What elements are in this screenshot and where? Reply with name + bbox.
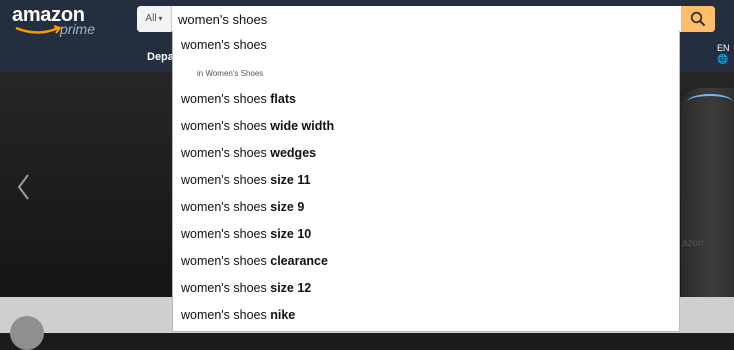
suggestion-item[interactable]: women's shoes size 12 [181, 281, 311, 295]
suggestion-item[interactable]: women's shoes size 11 [181, 173, 311, 187]
departments-menu[interactable]: Depa [147, 51, 174, 63]
suggestion-item[interactable]: women's shoes clearance [181, 254, 328, 268]
smile-arrow-icon [15, 25, 62, 34]
language-selector[interactable]: EN 🌐 [717, 43, 730, 65]
suggestion-scope[interactable]: in Women's Shoes [197, 69, 263, 78]
suggestion-item[interactable]: women's shoes size 9 [181, 200, 304, 214]
language-code: EN [717, 43, 730, 53]
search-suggestions-dropdown: women's shoes in Women's Shoes women's s… [172, 31, 680, 332]
caret-down-icon: ▾ [158, 14, 163, 23]
suggestion-item[interactable]: women's shoes [181, 38, 267, 52]
globe-icon: 🌐 [717, 54, 729, 64]
category-dropdown[interactable]: All ▾ [137, 6, 172, 32]
suggestion-item[interactable]: women's shoes size 10 [181, 227, 311, 241]
suggestion-item[interactable]: women's shoes nike [181, 308, 295, 322]
amazon-prime-logo[interactable]: amazon prime [12, 4, 102, 38]
logo-prime-label: prime [60, 21, 96, 37]
carousel-prev-icon[interactable] [14, 172, 34, 202]
suggestion-item[interactable]: women's shoes wide width [181, 119, 334, 133]
category-label: All [145, 13, 157, 24]
device-brand-text: azon [682, 238, 704, 249]
avatar[interactable] [10, 316, 44, 350]
suggestion-item[interactable]: women's shoes flats [181, 92, 296, 106]
suggestion-item[interactable]: women's shoes wedges [181, 146, 316, 160]
search-input[interactable] [175, 6, 681, 32]
magnifier-icon [690, 11, 706, 27]
search-bar: All ▾ [137, 6, 715, 32]
search-button[interactable] [681, 6, 715, 32]
light-ring [687, 94, 733, 110]
echo-device-image [681, 88, 734, 298]
